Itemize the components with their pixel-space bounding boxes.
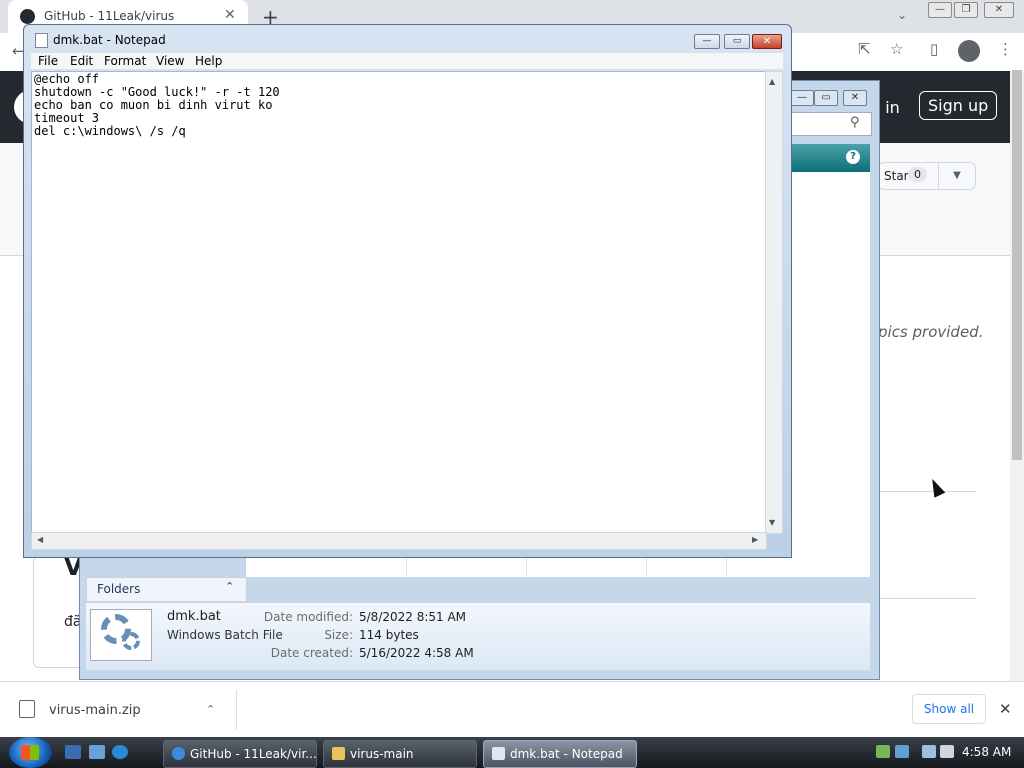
scroll-up-icon[interactable]: ▲ bbox=[769, 77, 775, 86]
details-size-label: Size: bbox=[324, 628, 353, 642]
details-created-label: Date created: bbox=[270, 646, 353, 660]
window-switch-icon[interactable] bbox=[89, 745, 105, 759]
menu-help[interactable]: Help bbox=[195, 54, 222, 68]
chrome-icon bbox=[172, 747, 185, 760]
column-separator bbox=[646, 557, 647, 577]
browser-minimize-button[interactable]: — bbox=[928, 2, 952, 18]
explorer-maximize-button[interactable]: ▭ bbox=[814, 90, 838, 106]
notepad-vertical-scrollbar[interactable] bbox=[765, 71, 783, 534]
details-created-value: 5/16/2022 4:58 AM bbox=[359, 646, 474, 660]
menu-format[interactable]: Format bbox=[104, 54, 146, 68]
notepad-title: dmk.bat - Notepad bbox=[53, 33, 166, 47]
show-all-button[interactable]: Show all bbox=[912, 694, 986, 724]
zip-file-icon bbox=[19, 700, 35, 718]
windows-logo-icon bbox=[21, 745, 39, 760]
explorer-minimize-button[interactable]: — bbox=[790, 90, 814, 106]
bookmark-star-icon[interactable]: ☆ bbox=[890, 40, 903, 58]
notepad-text-area[interactable] bbox=[31, 71, 767, 534]
taskbar-button-chrome[interactable]: GitHub - 11Leak/vir... bbox=[163, 740, 317, 768]
scroll-left-icon[interactable]: ◀ bbox=[37, 535, 43, 544]
notepad-icon bbox=[35, 33, 48, 48]
folder-icon bbox=[332, 747, 345, 760]
browser-tab-title: GitHub - 11Leak/virus bbox=[44, 9, 175, 23]
tray-network-icon[interactable] bbox=[876, 745, 890, 758]
volume-muted-icon[interactable] bbox=[940, 745, 954, 758]
page-scrollbar-thumb[interactable] bbox=[1012, 70, 1022, 460]
menu-file[interactable]: File bbox=[38, 54, 58, 68]
details-modified-value: 5/8/2022 8:51 AM bbox=[359, 610, 467, 624]
details-size-value: 114 bytes bbox=[359, 628, 419, 642]
download-bar-close-icon[interactable]: ✕ bbox=[999, 700, 1012, 718]
star-dropdown-icon[interactable]: ▼ bbox=[938, 162, 976, 190]
github-favicon-icon bbox=[20, 9, 35, 24]
column-separator bbox=[726, 557, 727, 577]
explorer-columns bbox=[246, 557, 870, 577]
sign-up-button[interactable]: Sign up bbox=[919, 91, 998, 120]
download-item-name[interactable]: virus-main.zip bbox=[49, 703, 141, 718]
notepad-horizontal-scrollbar[interactable] bbox=[31, 532, 767, 550]
taskbar-clock[interactable]: 4:58 AM bbox=[962, 745, 1011, 759]
star-label: Star bbox=[884, 169, 909, 183]
details-file-name: dmk.bat bbox=[167, 609, 221, 624]
download-bar bbox=[0, 681, 1024, 738]
tray-monitor-icon[interactable] bbox=[922, 745, 936, 758]
internet-explorer-icon[interactable] bbox=[112, 745, 128, 759]
batch-file-gear-icon bbox=[122, 632, 140, 650]
explorer-search-input[interactable] bbox=[790, 112, 872, 136]
download-separator bbox=[236, 690, 237, 730]
sidebar-divider bbox=[878, 598, 976, 599]
star-count-badge: 0 bbox=[908, 167, 927, 182]
taskbar-button-label: GitHub - 11Leak/vir... bbox=[190, 747, 317, 761]
taskbar-button-label: virus-main bbox=[350, 747, 414, 761]
menu-edit[interactable]: Edit bbox=[70, 54, 93, 68]
taskbar-button-explorer[interactable]: virus-main bbox=[323, 740, 477, 768]
notepad-maximize-button[interactable]: ▭ bbox=[724, 34, 750, 49]
menu-view[interactable]: View bbox=[156, 54, 184, 68]
chevron-up-icon[interactable]: ⌃ bbox=[206, 703, 215, 716]
browser-restore-button[interactable]: ❐ bbox=[954, 2, 978, 18]
taskbar-button-label: dmk.bat - Notepad bbox=[510, 747, 623, 761]
column-separator bbox=[406, 557, 407, 577]
column-separator bbox=[526, 557, 527, 577]
chevron-up-icon[interactable]: ⌃ bbox=[225, 580, 234, 593]
sidebar-divider bbox=[878, 491, 976, 492]
scroll-right-icon[interactable]: ▶ bbox=[752, 535, 758, 544]
tray-app-icon[interactable] bbox=[895, 745, 909, 758]
explorer-file-list[interactable] bbox=[790, 172, 870, 577]
folders-label: Folders bbox=[97, 582, 141, 596]
mouse-cursor-icon bbox=[926, 476, 946, 498]
notepad-icon bbox=[492, 747, 505, 760]
help-icon[interactable]: ? bbox=[846, 150, 860, 164]
notepad-minimize-button[interactable]: — bbox=[694, 34, 720, 49]
tab-close-icon[interactable]: ✕ bbox=[224, 7, 236, 23]
scroll-down-icon[interactable]: ▼ bbox=[769, 518, 775, 527]
notepad-close-button[interactable]: ✕ bbox=[752, 34, 782, 49]
side-panel-icon[interactable]: ▯ bbox=[930, 40, 938, 58]
tab-search-icon[interactable]: ⌄ bbox=[897, 8, 907, 22]
taskbar-button-notepad[interactable]: dmk.bat - Notepad bbox=[483, 740, 637, 768]
browser-menu-icon[interactable]: ⋮ bbox=[998, 40, 1013, 58]
browser-close-button[interactable]: ✕ bbox=[984, 2, 1014, 18]
notepad-content[interactable]: @echo off shutdown -c "Good luck!" -r -t… bbox=[34, 73, 280, 138]
details-modified-label: Date modified: bbox=[263, 610, 353, 624]
show-desktop-icon[interactable] bbox=[65, 745, 81, 759]
profile-avatar[interactable] bbox=[958, 40, 980, 62]
about-topics-text: pics provided. bbox=[878, 323, 984, 341]
share-icon[interactable]: ⇱ bbox=[858, 40, 871, 58]
explorer-close-button[interactable]: ✕ bbox=[843, 90, 867, 106]
search-icon[interactable]: ⚲ bbox=[850, 115, 860, 130]
